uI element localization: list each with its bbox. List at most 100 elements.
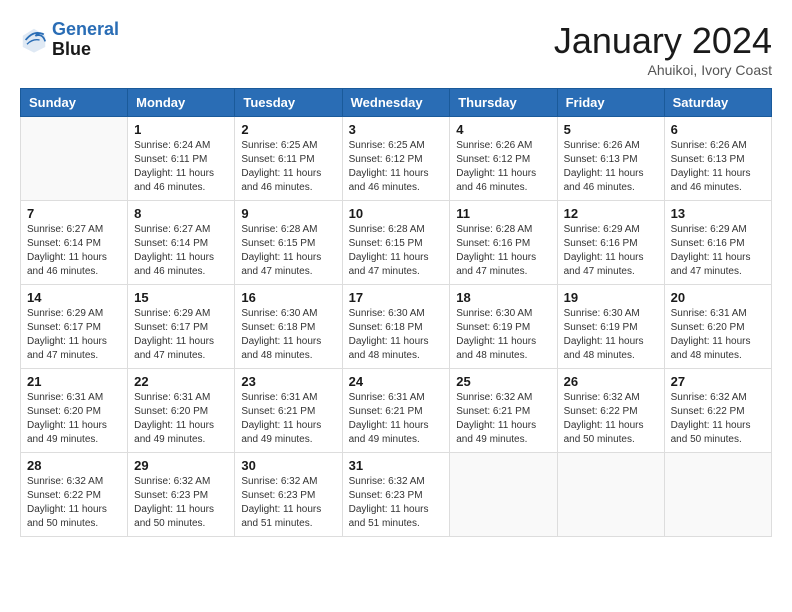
day-number: 14	[27, 290, 121, 305]
calendar-cell: 15 Sunrise: 6:29 AMSunset: 6:17 PMDayligh…	[128, 285, 235, 369]
weekday-header-saturday: Saturday	[664, 89, 771, 117]
calendar-cell: 8Sunrise: 6:27 AMSunset: 6:14 PMDaylight…	[128, 201, 235, 285]
day-info: Sunrise: 6:29 AMSunset: 6:16 PMDaylight:…	[564, 223, 658, 279]
day-number: 26	[564, 374, 658, 389]
calendar-cell: 16 Sunrise: 6:30 AMSunset: 6:18 PMDayligh…	[235, 285, 342, 369]
weekday-header-thursday: Thursday	[450, 89, 557, 117]
calendar-cell: 27 Sunrise: 6:32 AMSunset: 6:22 PMDayligh…	[664, 369, 771, 453]
day-info: Sunrise: 6:31 AMSunset: 6:20 PMDaylight:…	[671, 307, 765, 363]
day-number: 29	[134, 458, 228, 473]
day-info: Sunrise: 6:26 AMSunset: 6:13 PMDaylight:…	[564, 139, 658, 195]
day-number: 16	[241, 290, 335, 305]
day-info: Sunrise: 6:29 AMSunset: 6:17 PMDaylight:…	[134, 307, 228, 363]
day-info: Sunrise: 6:32 AMSunset: 6:21 PMDaylight:…	[456, 391, 550, 447]
week-row-2: 7 Sunrise: 6:27 AMSunset: 6:14 PMDaylight…	[21, 201, 772, 285]
day-info: Sunrise: 6:30 AMSunset: 6:19 PMDaylight:…	[456, 307, 550, 363]
day-number: 13	[671, 206, 765, 221]
day-number: 24	[349, 374, 444, 389]
day-info: Sunrise: 6:27 AMSunset: 6:14 PMDaylight:…	[134, 223, 228, 279]
day-number: 28	[27, 458, 121, 473]
location: Ahuikoi, Ivory Coast	[554, 62, 772, 78]
day-info: Sunrise: 6:31 AMSunset: 6:21 PMDaylight:…	[349, 391, 444, 447]
weekday-header-sunday: Sunday	[21, 89, 128, 117]
day-info: Sunrise: 6:32 AMSunset: 6:22 PMDaylight:…	[564, 391, 658, 447]
day-info: Sunrise: 6:29 AMSunset: 6:17 PMDaylight:…	[27, 307, 121, 363]
day-number: 11	[456, 206, 550, 221]
day-info: Sunrise: 6:32 AMSunset: 6:23 PMDaylight:…	[349, 475, 444, 531]
weekday-header-tuesday: Tuesday	[235, 89, 342, 117]
day-number: 2	[241, 122, 335, 137]
calendar-table: SundayMondayTuesdayWednesdayThursdayFrid…	[20, 88, 772, 537]
calendar-cell: 9 Sunrise: 6:28 AMSunset: 6:15 PMDaylight…	[235, 201, 342, 285]
calendar-cell: 26 Sunrise: 6:32 AMSunset: 6:22 PMDayligh…	[557, 369, 664, 453]
day-number: 12	[564, 206, 658, 221]
day-number: 27	[671, 374, 765, 389]
calendar-cell: 4Sunrise: 6:26 AMSunset: 6:12 PMDaylight…	[450, 117, 557, 201]
calendar-cell: 23Sunrise: 6:31 AMSunset: 6:21 PMDayligh…	[235, 369, 342, 453]
calendar-cell: 13 Sunrise: 6:29 AMSunset: 6:16 PMDayligh…	[664, 201, 771, 285]
day-info: Sunrise: 6:32 AMSunset: 6:23 PMDaylight:…	[134, 475, 228, 531]
calendar-cell: 2 Sunrise: 6:25 AMSunset: 6:11 PMDaylight…	[235, 117, 342, 201]
calendar-cell: 11 Sunrise: 6:28 AMSunset: 6:16 PMDayligh…	[450, 201, 557, 285]
day-number: 9	[241, 206, 335, 221]
calendar-cell: 18 Sunrise: 6:30 AMSunset: 6:19 PMDayligh…	[450, 285, 557, 369]
day-info: Sunrise: 6:28 AMSunset: 6:15 PMDaylight:…	[349, 223, 444, 279]
calendar-cell: 1Sunrise: 6:24 AMSunset: 6:11 PMDaylight…	[128, 117, 235, 201]
day-info: Sunrise: 6:31 AMSunset: 6:21 PMDaylight:…	[241, 391, 335, 447]
calendar-cell: 5 Sunrise: 6:26 AMSunset: 6:13 PMDaylight…	[557, 117, 664, 201]
day-number: 21	[27, 374, 121, 389]
calendar-cell	[21, 117, 128, 201]
calendar-cell	[664, 453, 771, 537]
page-header: General Blue January 2024 Ahuikoi, Ivory…	[20, 20, 772, 78]
calendar-cell	[557, 453, 664, 537]
day-number: 30	[241, 458, 335, 473]
day-info: Sunrise: 6:32 AMSunset: 6:22 PMDaylight:…	[671, 391, 765, 447]
calendar-cell: 24 Sunrise: 6:31 AMSunset: 6:21 PMDayligh…	[342, 369, 450, 453]
day-number: 22	[134, 374, 228, 389]
logo-text: General Blue	[52, 20, 119, 60]
logo: General Blue	[20, 20, 119, 60]
day-info: Sunrise: 6:28 AMSunset: 6:16 PMDaylight:…	[456, 223, 550, 279]
week-row-4: 21 Sunrise: 6:31 AMSunset: 6:20 PMDayligh…	[21, 369, 772, 453]
calendar-cell: 12 Sunrise: 6:29 AMSunset: 6:16 PMDayligh…	[557, 201, 664, 285]
month-title: January 2024	[554, 20, 772, 62]
day-info: Sunrise: 6:31 AMSunset: 6:20 PMDaylight:…	[27, 391, 121, 447]
calendar-cell: 28 Sunrise: 6:32 AMSunset: 6:22 PMDayligh…	[21, 453, 128, 537]
week-row-1: 1Sunrise: 6:24 AMSunset: 6:11 PMDaylight…	[21, 117, 772, 201]
day-info: Sunrise: 6:30 AMSunset: 6:18 PMDaylight:…	[241, 307, 335, 363]
day-info: Sunrise: 6:29 AMSunset: 6:16 PMDaylight:…	[671, 223, 765, 279]
day-info: Sunrise: 6:30 AMSunset: 6:18 PMDaylight:…	[349, 307, 444, 363]
day-number: 5	[564, 122, 658, 137]
logo-line1: General	[52, 19, 119, 39]
day-number: 10	[349, 206, 444, 221]
weekday-header-friday: Friday	[557, 89, 664, 117]
calendar-cell: 7 Sunrise: 6:27 AMSunset: 6:14 PMDaylight…	[21, 201, 128, 285]
calendar-cell: 3Sunrise: 6:25 AMSunset: 6:12 PMDaylight…	[342, 117, 450, 201]
calendar-cell: 21 Sunrise: 6:31 AMSunset: 6:20 PMDayligh…	[21, 369, 128, 453]
logo-icon	[20, 26, 48, 54]
day-number: 4	[456, 122, 550, 137]
day-number: 19	[564, 290, 658, 305]
week-row-5: 28 Sunrise: 6:32 AMSunset: 6:22 PMDayligh…	[21, 453, 772, 537]
calendar-cell	[450, 453, 557, 537]
day-number: 18	[456, 290, 550, 305]
weekday-header-row: SundayMondayTuesdayWednesdayThursdayFrid…	[21, 89, 772, 117]
calendar-cell: 31Sunrise: 6:32 AMSunset: 6:23 PMDayligh…	[342, 453, 450, 537]
title-block: January 2024 Ahuikoi, Ivory Coast	[554, 20, 772, 78]
day-info: Sunrise: 6:27 AMSunset: 6:14 PMDaylight:…	[27, 223, 121, 279]
day-info: Sunrise: 6:25 AMSunset: 6:11 PMDaylight:…	[241, 139, 335, 195]
calendar-cell: 29 Sunrise: 6:32 AMSunset: 6:23 PMDayligh…	[128, 453, 235, 537]
day-info: Sunrise: 6:25 AMSunset: 6:12 PMDaylight:…	[349, 139, 444, 195]
logo-line2: Blue	[52, 40, 119, 60]
calendar-cell: 6Sunrise: 6:26 AMSunset: 6:13 PMDaylight…	[664, 117, 771, 201]
day-number: 15	[134, 290, 228, 305]
calendar-cell: 22 Sunrise: 6:31 AMSunset: 6:20 PMDayligh…	[128, 369, 235, 453]
weekday-header-monday: Monday	[128, 89, 235, 117]
day-info: Sunrise: 6:24 AMSunset: 6:11 PMDaylight:…	[134, 139, 228, 195]
day-info: Sunrise: 6:32 AMSunset: 6:22 PMDaylight:…	[27, 475, 121, 531]
day-number: 20	[671, 290, 765, 305]
day-info: Sunrise: 6:30 AMSunset: 6:19 PMDaylight:…	[564, 307, 658, 363]
day-number: 7	[27, 206, 121, 221]
day-info: Sunrise: 6:31 AMSunset: 6:20 PMDaylight:…	[134, 391, 228, 447]
day-info: Sunrise: 6:28 AMSunset: 6:15 PMDaylight:…	[241, 223, 335, 279]
